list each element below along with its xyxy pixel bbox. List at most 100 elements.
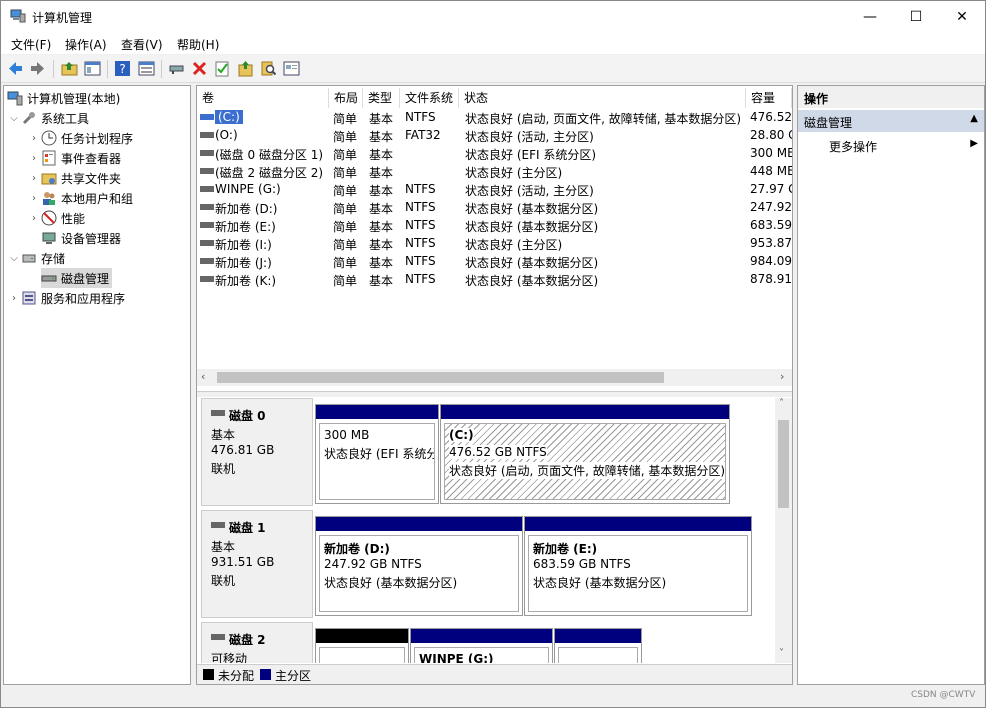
- disk-2-label[interactable]: 磁盘 2 可移动: [201, 622, 313, 663]
- properties-icon[interactable]: [138, 60, 155, 77]
- volume-cell-vol: (磁盘 0 磁盘分区 1): [215, 148, 324, 162]
- partition-efi[interactable]: 300 MB 状态良好 (EFI 系统分区): [315, 404, 439, 504]
- volume-row[interactable]: (磁盘 0 磁盘分区 1) 简单 基本 状态良好 (EFI 系统分区) 300 MB: [197, 144, 792, 162]
- volume-cell-vol: (O:): [215, 128, 238, 142]
- volume-row[interactable]: (C:) 简单 基本 NTFS 状态良好 (启动, 页面文件, 故障转储, 基本数据分区…: [197, 108, 792, 126]
- show-hide-tree-icon[interactable]: [84, 60, 101, 77]
- volume-cell-fs: NTFS: [405, 272, 436, 286]
- pane-splitter[interactable]: [197, 391, 792, 397]
- tree-event-viewer[interactable]: › 事件查看器: [27, 148, 121, 168]
- tree-services[interactable]: › 服务和应用程序: [7, 288, 125, 308]
- menu-action[interactable]: 操作(A): [65, 36, 107, 53]
- disk-0-label[interactable]: 磁盘 0 基本 476.81 GB 联机: [201, 398, 313, 506]
- volume-cell-status: 状态良好 (启动, 页面文件, 故障转储, 基本数据分区): [465, 112, 742, 126]
- back-arrow-icon[interactable]: [7, 60, 24, 77]
- chevron-right-icon[interactable]: ›: [7, 293, 21, 304]
- import-icon[interactable]: [237, 60, 254, 77]
- vertical-scroll-thumb[interactable]: [778, 420, 789, 508]
- legend-unallocated: 未分配: [218, 669, 255, 683]
- column-header-filesystem[interactable]: 文件系统: [400, 88, 459, 108]
- actions-disk-management-label: 磁盘管理: [804, 116, 853, 130]
- partition-disk2-part2[interactable]: [554, 628, 642, 663]
- maximize-button[interactable]: ☐: [893, 1, 939, 32]
- actions-disk-management[interactable]: 磁盘管理 ▲: [798, 110, 984, 132]
- partition-g[interactable]: WINPE (G:): [410, 628, 553, 663]
- vertical-scrollbar[interactable]: ˄ ˅: [775, 398, 792, 663]
- scroll-right-icon[interactable]: ›: [780, 370, 784, 383]
- disk-1-state: 联机: [211, 574, 236, 588]
- minimize-button[interactable]: —: [847, 1, 893, 32]
- volume-cell-cap: 476.52: [750, 110, 792, 124]
- tree-disk-management[interactable]: 磁盘管理: [41, 268, 113, 288]
- volume-cell-type: 基本: [369, 130, 394, 144]
- volume-cell-vol: (C:): [215, 110, 243, 124]
- chevron-right-icon[interactable]: ›: [27, 153, 41, 164]
- horizontal-scrollbar[interactable]: ‹ ›: [197, 369, 792, 386]
- volume-icon: [200, 150, 214, 156]
- column-header-type[interactable]: 类型: [363, 88, 400, 108]
- chevron-down-icon[interactable]: ⌵: [7, 113, 21, 124]
- partition-unallocated[interactable]: [315, 628, 409, 663]
- volume-row[interactable]: (磁盘 2 磁盘分区 2) 简单 基本 状态良好 (主分区) 448 MB: [197, 162, 792, 180]
- partition-e[interactable]: 新加卷 (E:) 683.59 GB NTFS 状态良好 (基本数据分区): [524, 516, 752, 616]
- chevron-right-icon[interactable]: ›: [27, 133, 41, 144]
- delete-icon[interactable]: [191, 60, 208, 77]
- volume-row[interactable]: 新加卷 (J:) 简单 基本 NTFS 状态良好 (基本数据分区) 984.09: [197, 252, 792, 270]
- tree-system-tools[interactable]: ⌵ 系统工具: [7, 108, 89, 128]
- column-header-volume[interactable]: 卷: [197, 88, 329, 108]
- tree-shared-folders[interactable]: › 共享文件夹: [27, 168, 121, 188]
- help-icon[interactable]: ?: [114, 60, 131, 77]
- menu-file[interactable]: 文件(F): [11, 36, 51, 53]
- partition-status: 状态良好 (基本数据分区): [324, 576, 458, 590]
- checkmark-icon[interactable]: [214, 60, 231, 77]
- volume-row[interactable]: 新加卷 (K:) 简单 基本 NTFS 状态良好 (基本数据分区) 878.91: [197, 270, 792, 288]
- volume-row[interactable]: WINPE (G:) 简单基本 NTFS 状态良好 (活动, 主分区) 27.97 G: [197, 180, 792, 198]
- search-icon[interactable]: [260, 60, 277, 77]
- tree-root[interactable]: 计算机管理(本地): [7, 88, 120, 108]
- collapse-up-icon[interactable]: ▲: [970, 113, 978, 124]
- chevron-right-icon[interactable]: ›: [27, 213, 41, 224]
- partition-header: [316, 629, 408, 643]
- volume-cell-fs: NTFS: [405, 254, 436, 268]
- partition-header: [316, 517, 522, 531]
- horizontal-scroll-thumb[interactable]: [217, 372, 664, 383]
- partition-c[interactable]: (C:) 476.52 GB NTFS 状态良好 (启动, 页面文件, 故障转储…: [440, 404, 730, 504]
- volume-cell-vol: WINPE (G:): [215, 182, 281, 196]
- tree-storage[interactable]: ⌵ 存储: [7, 248, 65, 268]
- volume-cell-type: 基本: [369, 220, 394, 234]
- disk-1-label[interactable]: 磁盘 1 基本 931.51 GB 联机: [201, 510, 313, 618]
- tree-task-scheduler[interactable]: › 任务计划程序: [27, 128, 133, 148]
- chevron-down-icon[interactable]: ⌵: [7, 253, 21, 264]
- volume-row[interactable]: 新加卷 (I:) 简单 基本 NTFS 状态良好 (主分区) 953.87: [197, 234, 792, 252]
- more-actions-item[interactable]: 更多操作 ▶: [798, 136, 984, 156]
- volume-row[interactable]: (O:) 简单基本 FAT32 状态良好 (活动, 主分区) 28.80 G: [197, 126, 792, 144]
- chevron-right-icon[interactable]: ›: [27, 173, 41, 184]
- partition-body-selected: (C:) 476.52 GB NTFS 状态良好 (启动, 页面文件, 故障转储…: [444, 423, 726, 500]
- chevron-right-icon[interactable]: ›: [27, 193, 41, 204]
- tree-local-users[interactable]: › 本地用户和组: [27, 188, 133, 208]
- volume-row[interactable]: 新加卷 (D:) 简单 基本 NTFS 状态良好 (基本数据分区) 247.92: [197, 198, 792, 216]
- forward-arrow-icon[interactable]: [29, 60, 46, 77]
- column-header-capacity[interactable]: 容量: [746, 88, 792, 108]
- toolbar-separator: [107, 60, 108, 78]
- scroll-left-icon[interactable]: ‹: [201, 370, 205, 383]
- console-icon[interactable]: [283, 60, 300, 77]
- scroll-up-icon[interactable]: ˄: [779, 398, 784, 409]
- tree-shared-folders-label: 共享文件夹: [61, 171, 122, 186]
- column-header-status[interactable]: 状态: [459, 88, 746, 108]
- menu-view[interactable]: 查看(V): [121, 36, 163, 53]
- tree-device-manager[interactable]: 设备管理器: [41, 228, 121, 248]
- connect-icon[interactable]: [168, 60, 185, 77]
- volume-cell-fs: NTFS: [405, 218, 436, 232]
- volume-row[interactable]: 新加卷 (E:) 简单 基本 NTFS 状态良好 (基本数据分区) 683.59: [197, 216, 792, 234]
- volume-icon: [200, 240, 214, 246]
- column-header-layout[interactable]: 布局: [329, 88, 363, 108]
- tree-performance[interactable]: › 性能: [27, 208, 85, 228]
- menu-help[interactable]: 帮助(H): [177, 36, 219, 53]
- close-button[interactable]: ✕: [939, 1, 985, 32]
- volume-icon: [200, 168, 214, 174]
- scroll-down-icon[interactable]: ˅: [779, 648, 784, 659]
- partition-d[interactable]: 新加卷 (D:) 247.92 GB NTFS 状态良好 (基本数据分区): [315, 516, 523, 616]
- up-folder-icon[interactable]: [61, 60, 78, 77]
- partition-status: 状态良好 (基本数据分区): [533, 576, 667, 590]
